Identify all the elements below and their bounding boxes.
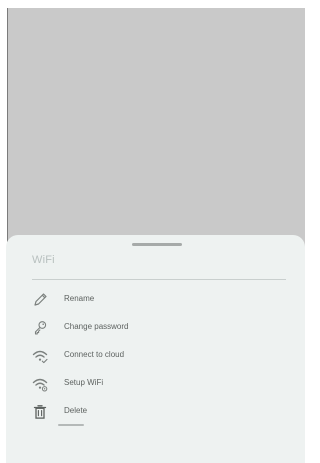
pencil-icon xyxy=(34,293,47,306)
delete-focus-indicator xyxy=(58,424,84,426)
trash-icon xyxy=(33,405,47,419)
connect-to-cloud-menu-item[interactable]: Connect to cloud xyxy=(31,346,271,368)
change-password-menu-item[interactable]: Change password xyxy=(31,318,271,340)
delete-label: Delete xyxy=(64,406,88,415)
rename-label: Rename xyxy=(64,294,95,303)
rename-menu-item[interactable]: Rename xyxy=(31,290,271,312)
connect-to-cloud-label: Connect to cloud xyxy=(64,350,125,359)
setup-wifi-label: Setup WiFi xyxy=(64,378,104,387)
delete-menu-item[interactable]: Delete xyxy=(31,402,271,424)
wifi-check-icon xyxy=(32,350,48,364)
screen: WiFi Rename Change password Connect to c… xyxy=(0,0,305,463)
title-divider xyxy=(32,279,286,280)
setup-wifi-menu-item[interactable]: Setup WiFi xyxy=(31,374,271,396)
change-password-label: Change password xyxy=(64,322,129,331)
bottom-sheet: WiFi Rename Change password Connect to c… xyxy=(6,235,305,463)
wifi-settings-icon xyxy=(32,378,48,392)
sheet-drag-handle[interactable] xyxy=(132,243,182,246)
sheet-title: WiFi xyxy=(32,254,55,266)
key-icon xyxy=(34,321,47,335)
